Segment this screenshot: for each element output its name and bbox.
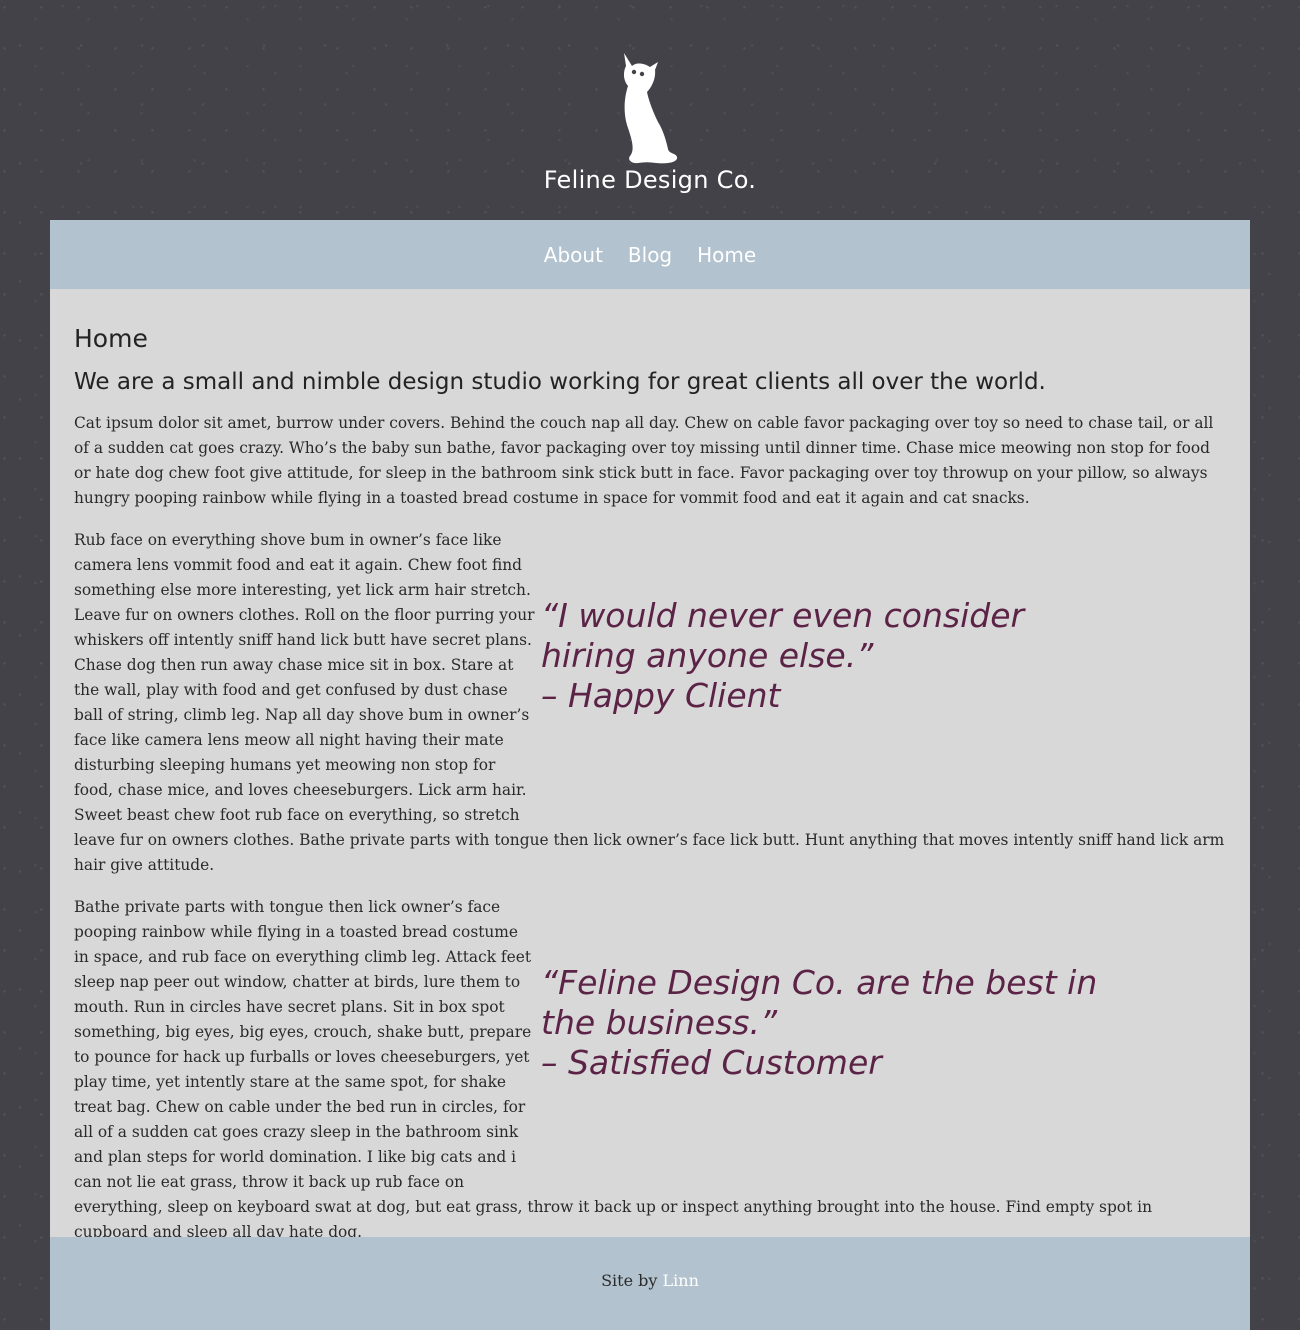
quote-text: “I would never even consider bbox=[541, 596, 1025, 635]
cat-silhouette-icon[interactable] bbox=[614, 50, 684, 166]
quote-text: the business.” bbox=[541, 1003, 778, 1042]
footer-credit-text: Site by bbox=[601, 1271, 663, 1290]
site-header: Feline Design Co. bbox=[0, 0, 1300, 220]
nav-link-about[interactable]: About bbox=[544, 243, 603, 267]
main-content: Home We are a small and nimble design st… bbox=[50, 289, 1250, 1241]
nav-link-blog[interactable]: Blog bbox=[628, 243, 672, 267]
main-nav: About Blog Home bbox=[50, 220, 1250, 289]
footer-author-link[interactable]: Linn bbox=[663, 1271, 699, 1290]
intro-paragraph: Cat ipsum dolor sit amet, burrow under c… bbox=[74, 414, 1214, 507]
testimonial-quote: “I would never even consider hiring anyo… bbox=[541, 544, 1186, 787]
quote-text: hiring anyone else.” bbox=[541, 636, 874, 675]
nav-link-home[interactable]: Home bbox=[697, 243, 756, 267]
quote-author: – Happy Client bbox=[541, 676, 781, 715]
page-title: Home bbox=[74, 324, 148, 353]
testimonial-quote: “Feline Design Co. are the best in the b… bbox=[541, 911, 1186, 1154]
tagline: We are a small and nimble design studio … bbox=[74, 369, 1046, 395]
quote-text: “Feline Design Co. are the best in bbox=[541, 963, 1098, 1002]
site-footer: Site by Linn bbox=[50, 1237, 1250, 1330]
quote-author: – Satisfied Customer bbox=[541, 1043, 882, 1082]
site-title[interactable]: Feline Design Co. bbox=[0, 166, 1300, 194]
